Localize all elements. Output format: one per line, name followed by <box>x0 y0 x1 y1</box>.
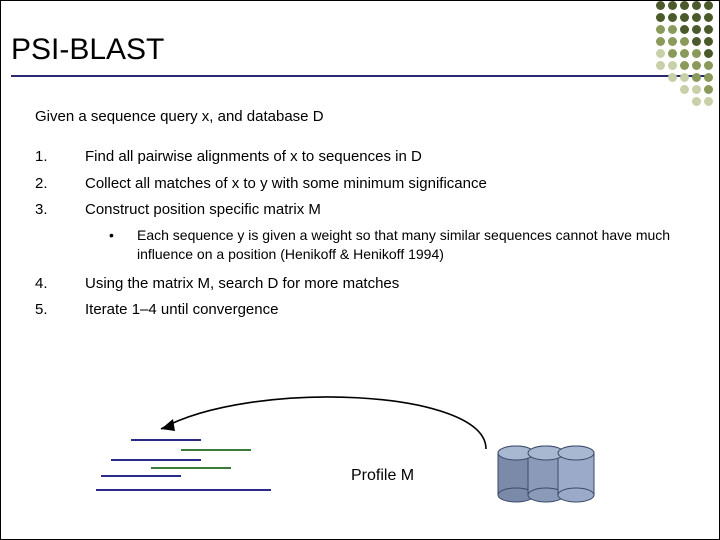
sub-text: Each sequence y is given a weight so tha… <box>137 226 685 264</box>
step-item: 5. Iterate 1–4 until convergence <box>35 300 685 320</box>
step-item: 2. Collect all matches of x to y with so… <box>35 174 685 194</box>
step-number: 4. <box>35 274 85 294</box>
step-number: 2. <box>35 174 85 194</box>
page-title: PSI-BLAST <box>11 33 709 67</box>
step-text: Using the matrix M, search D for more ma… <box>85 274 399 294</box>
step-item: 1. Find all pairwise alignments of x to … <box>35 147 685 167</box>
dot-grid <box>656 1 713 106</box>
database-cylinders-icon <box>491 439 611 519</box>
corner-dot-motif <box>656 1 713 106</box>
diagram: Profile M <box>91 379 631 509</box>
sub-bullet-item: • Each sequence y is given a weight so t… <box>109 226 685 264</box>
step-text: Find all pairwise alignments of x to seq… <box>85 147 422 167</box>
step-text: Construct position specific matrix M <box>85 200 321 220</box>
title-rule <box>11 75 709 77</box>
step-item: 4. Using the matrix M, search D for more… <box>35 274 685 294</box>
step-text: Iterate 1–4 until convergence <box>85 300 278 320</box>
bullet-icon: • <box>109 226 137 264</box>
step-number: 5. <box>35 300 85 320</box>
step-number: 1. <box>35 147 85 167</box>
step-text: Collect all matches of x to y with some … <box>85 174 487 194</box>
profile-label: Profile M <box>351 467 414 485</box>
step-item: 3. Construct position specific matrix M <box>35 200 685 220</box>
intro-text: Given a sequence query x, and database D <box>35 107 685 127</box>
step-number: 3. <box>35 200 85 220</box>
